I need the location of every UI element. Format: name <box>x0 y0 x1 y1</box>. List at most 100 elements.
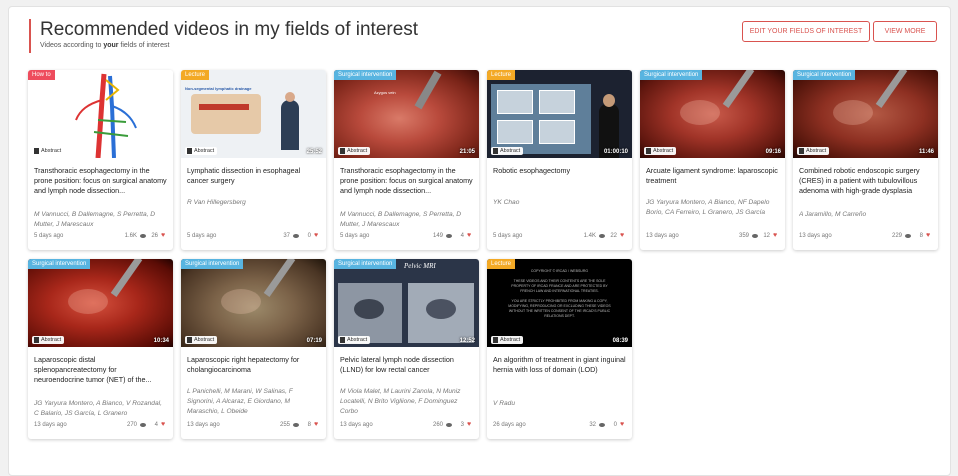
video-title[interactable]: Transthoracic esophagectomy in the prone… <box>340 166 474 196</box>
video-thumbnail[interactable]: Surgical intervention Abstract 07:19 <box>181 259 326 347</box>
heart-icon[interactable]: ♥ <box>467 421 471 429</box>
video-title[interactable]: Combined robotic endoscopic surgery (CRE… <box>799 166 933 196</box>
view-count: 149 <box>432 233 443 239</box>
view-more-button[interactable]: VIEW MORE <box>873 21 937 42</box>
abstract-button[interactable]: Abstract <box>338 147 371 155</box>
heart-icon[interactable]: ♥ <box>161 232 165 240</box>
video-authors: A Jaramillo, M Carreño <box>799 211 867 218</box>
video-title[interactable]: Laparoscopic right hepatectomy for chola… <box>187 355 321 375</box>
video-meta: 13 days ago 255 8 ♥ <box>187 421 320 430</box>
video-card[interactable]: Surgical intervention Abstract 07:19 Lap… <box>181 259 326 439</box>
video-thumbnail[interactable]: Surgical intervention Abstract 09:16 <box>640 70 785 158</box>
video-thumbnail[interactable]: Surgical intervention Abstract 10:34 <box>28 259 173 347</box>
video-thumbnail[interactable]: Lecture Abstract 01:00:10 <box>487 70 632 158</box>
abstract-button[interactable]: Abstract <box>491 336 524 344</box>
video-duration: 11:46 <box>918 149 934 155</box>
video-authors: YK Chao <box>493 199 520 206</box>
eye-icon <box>446 423 452 427</box>
video-authors: JG Yaryura Montero, A Bianco, NF Dapelo … <box>646 199 770 216</box>
video-duration: 08:39 <box>612 338 628 344</box>
abstract-button[interactable]: Abstract <box>185 147 218 155</box>
video-duration: 07:19 <box>306 338 322 344</box>
eye-icon <box>599 234 605 238</box>
heart-icon[interactable]: ♥ <box>314 232 318 240</box>
video-title[interactable]: Robotic esophagectomy <box>493 166 627 176</box>
edit-fields-button[interactable]: EDIT YOUR FIELDS OF INTEREST <box>742 21 870 42</box>
eye-icon <box>446 234 452 238</box>
video-title[interactable]: Arcuate ligament syndrome: laparoscopic … <box>646 166 780 186</box>
video-authors: R Van Hillegersberg <box>187 199 246 206</box>
document-icon <box>493 337 498 343</box>
abstract-button[interactable]: Abstract <box>185 336 218 344</box>
view-count: 270 <box>126 422 137 428</box>
category-tag: Lecture <box>487 70 516 80</box>
abstract-button[interactable]: Abstract <box>32 147 65 155</box>
view-count: 260 <box>432 422 443 428</box>
video-card[interactable]: Non-segmental lymphatic drainage Lecture… <box>181 70 326 250</box>
eye-icon <box>293 234 299 238</box>
video-card[interactable]: Pelvic MRI Surgical intervention Abstrac… <box>334 259 479 439</box>
video-date: 26 days ago <box>493 422 526 428</box>
heart-icon[interactable]: ♥ <box>620 232 624 240</box>
abstract-button[interactable]: Abstract <box>644 147 677 155</box>
view-count: 229 <box>891 233 902 239</box>
heart-icon[interactable]: ♥ <box>773 232 777 240</box>
video-thumbnail[interactable]: Pelvic MRI Surgical intervention Abstrac… <box>334 259 479 347</box>
video-title[interactable]: Lymphatic dissection in esophageal cance… <box>187 166 321 186</box>
video-thumbnail[interactable]: Non-segmental lymphatic drainage Lecture… <box>181 70 326 158</box>
video-title[interactable]: Pelvic lateral lymph node dissection (LL… <box>340 355 474 375</box>
view-count: 1.6K <box>124 233 137 239</box>
video-meta: 5 days ago 1.6K 26 ♥ <box>34 232 167 241</box>
eye-icon <box>293 423 299 427</box>
heart-icon[interactable]: ♥ <box>620 421 624 429</box>
video-title[interactable]: An algorithm of treatment in giant ingui… <box>493 355 627 375</box>
video-meta: 13 days ago 229 8 ♥ <box>799 232 932 241</box>
document-icon <box>187 148 192 154</box>
section-title: Recommended videos in my fields of inter… <box>40 19 419 40</box>
video-date: 13 days ago <box>34 422 67 428</box>
abstract-button[interactable]: Abstract <box>338 336 371 344</box>
video-card[interactable]: How to Abstract Transthoracic esophagect… <box>28 70 173 250</box>
video-thumbnail[interactable]: Surgical intervention Abstract 11:46 <box>793 70 938 158</box>
abstract-button[interactable]: Abstract <box>32 336 65 344</box>
like-count: 0 <box>307 233 311 239</box>
category-tag: Lecture <box>181 70 210 80</box>
video-card[interactable]: Lecture Abstract 01:00:10 Robotic esopha… <box>487 70 632 250</box>
video-thumbnail[interactable]: Azygos vein Surgical intervention Abstra… <box>334 70 479 158</box>
thumbnail-image <box>181 259 326 347</box>
video-thumbnail[interactable]: COPYRIGHT © IRCAD / WEBSURG THESE VIDEOS … <box>487 259 632 347</box>
document-icon <box>493 148 498 154</box>
video-card[interactable]: COPYRIGHT © IRCAD / WEBSURG THESE VIDEOS … <box>487 259 632 439</box>
video-duration: 25:52 <box>306 149 322 155</box>
heart-icon[interactable]: ♥ <box>926 232 930 240</box>
video-card[interactable]: Surgical intervention Abstract 09:16 Arc… <box>640 70 785 250</box>
video-title[interactable]: Transthoracic esophagectomy in the prone… <box>34 166 168 196</box>
abstract-button[interactable]: Abstract <box>797 147 830 155</box>
abstract-button[interactable]: Abstract <box>491 147 524 155</box>
video-date: 13 days ago <box>187 422 220 428</box>
like-count: 4 <box>154 422 158 428</box>
video-thumbnail[interactable]: How to Abstract <box>28 70 173 158</box>
video-card[interactable]: Azygos vein Surgical intervention Abstra… <box>334 70 479 250</box>
heart-icon[interactable]: ♥ <box>161 421 165 429</box>
document-icon <box>340 337 345 343</box>
video-date: 5 days ago <box>340 233 370 239</box>
video-title[interactable]: Laparoscopic distal splenopancreatectomy… <box>34 355 168 385</box>
document-icon <box>340 148 345 154</box>
video-date: 5 days ago <box>493 233 523 239</box>
video-card[interactable]: Surgical intervention Abstract 10:34 Lap… <box>28 259 173 439</box>
eye-icon <box>905 234 911 238</box>
video-card[interactable]: Surgical intervention Abstract 11:46 Com… <box>793 70 938 250</box>
category-tag: Lecture <box>487 259 516 269</box>
video-authors: M Vannucci, B Dallemagne, S Perretta, D … <box>34 211 156 228</box>
video-authors: V Radu <box>493 400 515 407</box>
eye-icon <box>752 234 758 238</box>
video-duration: 09:16 <box>765 149 781 155</box>
eye-icon <box>140 234 146 238</box>
video-meta: 5 days ago 37 0 ♥ <box>187 232 320 241</box>
video-date: 13 days ago <box>799 233 832 239</box>
thumbnail-image: Azygos vein <box>334 70 479 158</box>
heart-icon[interactable]: ♥ <box>314 421 318 429</box>
like-count: 0 <box>613 422 617 428</box>
heart-icon[interactable]: ♥ <box>467 232 471 240</box>
